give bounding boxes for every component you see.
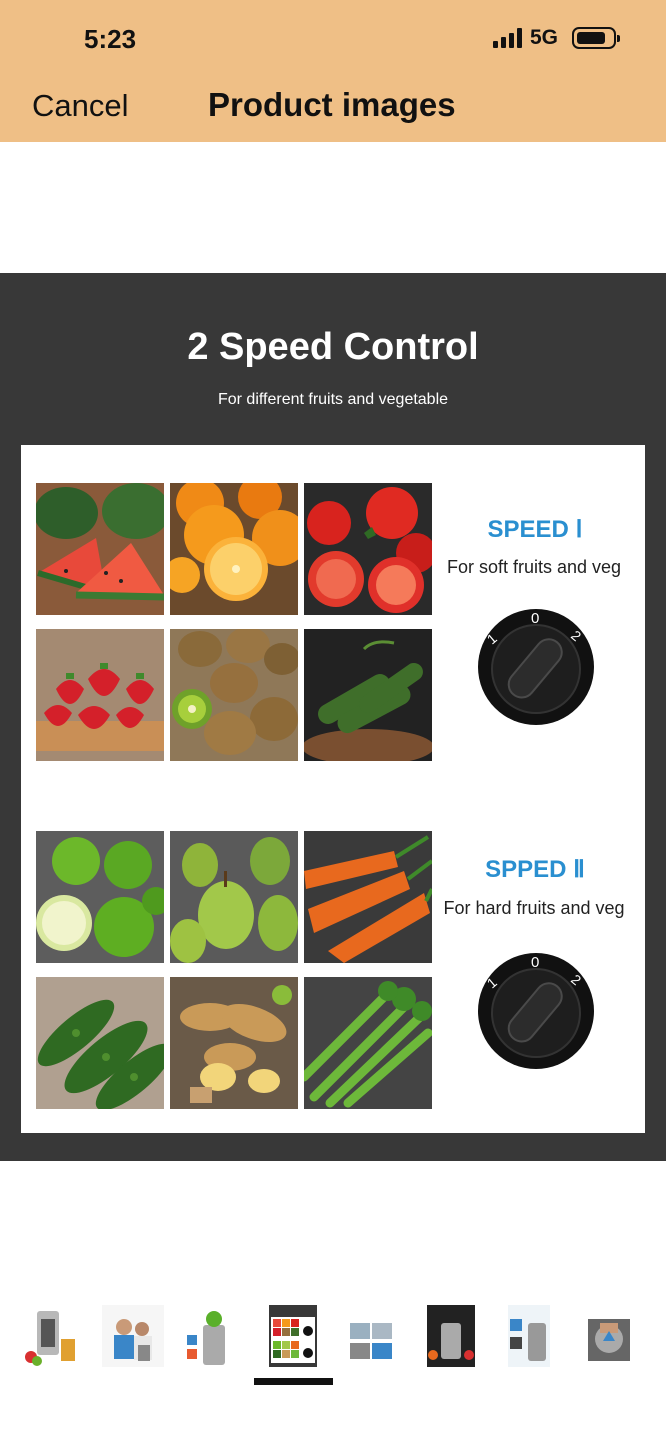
speed-1-knob-image: 1 0 2: [474, 601, 598, 725]
ginger-image: [170, 977, 298, 1109]
battery-icon: [572, 27, 620, 49]
thumbnail-6[interactable]: [419, 1305, 481, 1367]
watermelon-image: [36, 483, 164, 615]
carrots-image: [304, 831, 432, 963]
knob-label-0: 0: [531, 610, 539, 627]
oranges-image: [170, 483, 298, 615]
thumbnail-1[interactable]: [23, 1305, 85, 1367]
thumbnail-4-selected[interactable]: [261, 1305, 323, 1367]
strawberries-image: [36, 629, 164, 761]
thumbnail-strip: [0, 1300, 666, 1380]
knob-label-0: 0: [531, 954, 539, 971]
pears-image: [170, 831, 298, 963]
image-subheading: For different fruits and vegetable: [217, 391, 449, 408]
speed-panel: SPEED Ⅰ For soft fruits and veg 1 0 2 SP…: [21, 445, 645, 1133]
speed-2-title: SPPED Ⅱ: [485, 856, 585, 883]
selected-thumbnail-indicator: [254, 1378, 333, 1385]
thumbnail-3[interactable]: [181, 1305, 243, 1367]
network-type: 5G: [529, 26, 558, 49]
speed-1-description: For soft fruits and veg: [446, 557, 622, 577]
status-icons: 5G: [492, 26, 620, 50]
page-title: Product images: [208, 86, 456, 123]
celery-image: [304, 977, 432, 1109]
thumbnail-2[interactable]: [102, 1305, 164, 1367]
bitter-melon-image: [36, 977, 164, 1109]
image-heading: 2 Speed Control: [187, 326, 479, 368]
kiwi-image: [170, 629, 298, 761]
cellular-signal-icon: [492, 28, 522, 48]
speed-2-knob-image: 1 0 2: [474, 945, 598, 1069]
cancel-button[interactable]: Cancel: [32, 88, 129, 124]
product-image-main[interactable]: 2 Speed Control For different fruits and…: [0, 273, 666, 1161]
thumbnail-7[interactable]: [498, 1305, 560, 1367]
tomatoes-image: [304, 483, 432, 615]
thumbnail-5[interactable]: [340, 1305, 402, 1367]
thumbnail-8[interactable]: [578, 1305, 640, 1367]
speed-1-title: SPEED Ⅰ: [487, 516, 583, 543]
header: 5:23 5G Cancel Product images: [0, 0, 666, 142]
speed-2-description: For hard fruits and veg: [443, 898, 625, 918]
cucumbers-image: [304, 629, 432, 761]
apples-image: [36, 831, 164, 963]
status-time: 5:23: [84, 24, 137, 54]
